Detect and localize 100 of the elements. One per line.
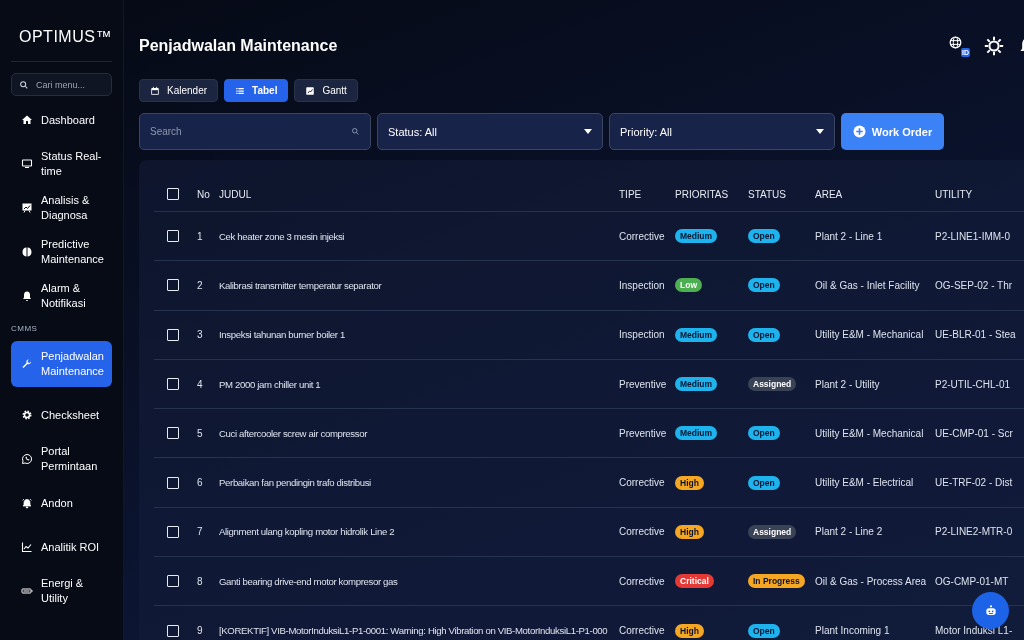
table-cell: Inspection bbox=[619, 329, 665, 341]
table-cell: Plant 2 - Line 1 bbox=[815, 230, 883, 242]
column-header: AREA bbox=[815, 188, 844, 200]
priority-badge: Medium bbox=[675, 426, 718, 441]
search-field[interactable]: Search bbox=[139, 113, 371, 150]
priority-badge: High bbox=[675, 623, 704, 638]
status-badge: Open bbox=[748, 426, 780, 441]
table-cell: 9 bbox=[197, 625, 203, 636]
chart-board-icon bbox=[21, 202, 33, 214]
view-tab[interactable]: Kalender bbox=[139, 79, 219, 102]
gantt-chart-icon bbox=[305, 85, 316, 96]
table-cell: Utility E&M - Mechanical bbox=[815, 329, 924, 341]
table-cell: Perbaikan fan pendingin trafo distribusi bbox=[219, 477, 371, 489]
status-badge: Open bbox=[748, 278, 780, 293]
sidebar-item[interactable]: Checksheet bbox=[11, 395, 112, 435]
sidebar-item[interactable]: Alarm & Notifikasi bbox=[11, 276, 112, 316]
table-cell: P2-LINE1-IMM-0 bbox=[935, 230, 1010, 242]
line-chart-icon bbox=[21, 541, 33, 553]
sidebar-item[interactable]: Andon bbox=[11, 483, 112, 523]
table-cell: Corrective bbox=[619, 625, 665, 636]
checkbox[interactable] bbox=[167, 328, 179, 341]
priority-badge: High bbox=[675, 475, 704, 490]
checkbox[interactable] bbox=[167, 378, 179, 391]
caret-icon bbox=[584, 129, 592, 134]
gear-icon bbox=[21, 409, 33, 421]
table-cell: Cuci aftercooler screw air compressor bbox=[219, 427, 368, 439]
table-cell: Inspeksi tahunan burner boiler 1 bbox=[219, 329, 345, 341]
table-cell: Corrective bbox=[619, 575, 665, 587]
table-cell: OG-CMP-01-MT bbox=[935, 575, 1009, 587]
table-cell: UE-CMP-01 - Scr bbox=[935, 427, 1013, 439]
plus-icon bbox=[852, 125, 866, 138]
table-cell: Plant 2 - Utility bbox=[815, 378, 880, 390]
status-badge: Open bbox=[748, 229, 780, 244]
table-cell: [KOREKTIF] VIB-MotorInduksiL1-P1-0001: Warning: High Vibration on VIB-MotorInduksiL1-P1-000 bbox=[219, 625, 608, 636]
column-header: UTILITY bbox=[935, 188, 974, 200]
monitor-icon bbox=[21, 158, 33, 170]
priority-badge: Medium bbox=[675, 229, 718, 244]
table-cell: UE-TRF-02 - Dist bbox=[935, 477, 1013, 489]
sidebar-item[interactable]: Predictive Maintenance bbox=[11, 232, 112, 272]
sidebar-item[interactable]: Portal Permintaan bbox=[11, 439, 112, 479]
work-order-button[interactable]: Work Order bbox=[841, 113, 944, 150]
checkbox[interactable] bbox=[167, 279, 179, 292]
table-cell: PM 2000 jam chiller unit 1 bbox=[219, 378, 321, 390]
checkbox[interactable] bbox=[167, 230, 179, 243]
sidebar-item[interactable]: Energi & Utility bbox=[11, 571, 112, 611]
status-badge: Open bbox=[748, 327, 780, 342]
checkbox[interactable] bbox=[167, 624, 179, 637]
search-icon bbox=[351, 127, 360, 136]
page-title: Penjadwalan Maintenance bbox=[139, 37, 338, 55]
status-badge: Open bbox=[748, 623, 780, 638]
sidebar-item[interactable]: Analitik ROI bbox=[11, 527, 112, 567]
table-cell: OG-SEP-02 - Thr bbox=[935, 279, 1013, 291]
table-cell: 6 bbox=[197, 477, 203, 489]
priority-badge: Medium bbox=[675, 327, 718, 342]
status-dropdown[interactable]: Status: All bbox=[377, 113, 603, 150]
priority-badge: Critical bbox=[675, 574, 714, 589]
checkbox[interactable] bbox=[167, 188, 179, 200]
sidebar-item[interactable]: Analisis & Diagnosa bbox=[11, 188, 112, 228]
table-cell: Motor Induksi L1- bbox=[935, 625, 1013, 636]
priority-dropdown[interactable]: Priority: All bbox=[609, 113, 835, 150]
table-cell: 4 bbox=[197, 378, 203, 390]
bell-icon bbox=[21, 290, 33, 302]
column-header: TIPE bbox=[619, 188, 643, 200]
menu-search-field[interactable]: Cari menu... bbox=[11, 73, 112, 96]
sidebar-item[interactable]: Penjadwalan Maintenance bbox=[11, 341, 112, 387]
status-badge: Assigned bbox=[748, 377, 797, 392]
caret-icon bbox=[816, 129, 824, 134]
table-cell: 7 bbox=[197, 526, 203, 538]
table-cell: Inspection bbox=[619, 279, 665, 291]
view-tab[interactable]: Gantt bbox=[294, 79, 358, 102]
app-logo: OPTIMUS™ bbox=[18, 28, 112, 46]
table-cell: P2-LINE2-MTR-0 bbox=[935, 526, 1013, 538]
table-cell: Cek heater zone 3 mesin injeksi bbox=[219, 230, 345, 242]
view-tab[interactable]: Tabel bbox=[224, 79, 289, 102]
table-cell: Corrective bbox=[619, 477, 665, 489]
table-cell: Preventive bbox=[619, 378, 667, 390]
table-cell: Oil & Gas - Process Area bbox=[815, 575, 927, 587]
chat-phone-icon bbox=[21, 453, 33, 465]
sidebar-item[interactable]: Dashboard bbox=[11, 100, 112, 140]
table-cell: Plant Incoming 1 bbox=[815, 625, 890, 636]
column-header: No bbox=[197, 188, 211, 200]
sidebar-item[interactable]: Status Real-time bbox=[11, 144, 112, 184]
status-badge: Assigned bbox=[748, 524, 797, 539]
status-badge: In Progress bbox=[748, 574, 805, 589]
checkbox[interactable] bbox=[167, 575, 179, 588]
checkbox[interactable] bbox=[167, 427, 179, 440]
table-cell: Ganti bearing drive-end motor kompresor gas bbox=[219, 575, 398, 587]
table-cell: Oil & Gas - Inlet Facility bbox=[815, 279, 920, 291]
wrench-icon bbox=[21, 358, 33, 370]
alarm-icon bbox=[21, 497, 33, 509]
table-cell: Corrective bbox=[619, 526, 665, 538]
table-cell: P2-UTIL-CHL-01 bbox=[935, 378, 1011, 390]
checkbox[interactable] bbox=[167, 525, 179, 538]
table-cell: Preventive bbox=[619, 427, 667, 439]
table-cell: Utility E&M - Electrical bbox=[815, 477, 914, 489]
settings-icon[interactable] bbox=[984, 36, 1004, 56]
battery-icon bbox=[21, 585, 33, 597]
checkbox[interactable] bbox=[167, 476, 179, 489]
column-header: PRIORITAS bbox=[675, 188, 730, 200]
calendar-icon bbox=[150, 85, 160, 96]
